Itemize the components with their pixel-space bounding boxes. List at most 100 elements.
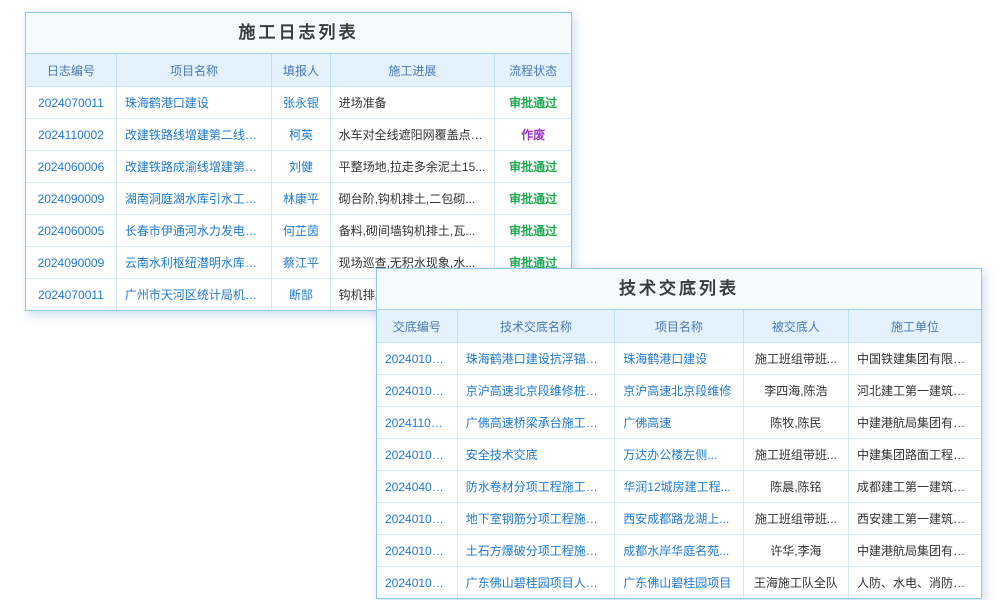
project-name-link[interactable]: 湖南洞庭湖水库引水工程... [116, 183, 272, 215]
construction-log-title: 施工日志列表 [26, 13, 571, 54]
receiver-text: 许华,李海 [743, 535, 848, 567]
unit-text: 中国铁建集团有限公司 [849, 343, 981, 375]
disclosure-name-link[interactable]: 地下室钢筋分项工程施工... [457, 503, 615, 535]
receiver-text: 李四海,陈浩 [743, 375, 848, 407]
progress-text: 进场准备 [330, 87, 495, 119]
disclosure-id-link[interactable]: 2024010002 [377, 503, 457, 535]
table-row: 2024010002土石方爆破分项工程施工...成都水岸华庭名苑...许华,李海… [377, 535, 981, 567]
table-row: 2024040001防水卷材分项工程施工技...华润12城房建工程...陈晨,陈… [377, 471, 981, 503]
table-row: 2024010004京沪高速北京段维修桩辅...京沪高速北京段维修李四海,陈浩河… [377, 375, 981, 407]
reporter-link[interactable]: 何芷茵 [272, 215, 330, 247]
reporter-link[interactable]: 林康平 [272, 183, 330, 215]
table-row: 2024010002地下室钢筋分项工程施工...西安成都路龙湖上...施工班组带… [377, 503, 981, 535]
receiver-text: 施工班组带班... [743, 343, 848, 375]
log-col-progress: 施工进展 [330, 54, 495, 87]
technical-disclosure-title: 技术交底列表 [377, 269, 981, 310]
table-row: 2024060005长春市伊通河水力发电厂...何芷茵备料,砌间墙钩机排土,瓦.… [26, 215, 571, 247]
table-row: 2024010003珠海鹤港口建设抗浮锚杆...珠海鹤港口建设施工班组带班...… [377, 343, 981, 375]
log-id-link[interactable]: 2024090009 [26, 183, 116, 215]
status-badge: 审批通过 [495, 87, 571, 119]
receiver-text: 陈牧,陈民 [743, 407, 848, 439]
reporter-link[interactable]: 断郜 [272, 279, 330, 311]
technical-disclosure-panel: 技术交底列表 交底编号 技术交底名称 项目名称 被交底人 施工单位 202401… [376, 268, 982, 599]
disclosure-col-unit: 施工单位 [849, 310, 981, 343]
disclosure-id-link[interactable]: 2024010004 [377, 375, 457, 407]
unit-text: 中建集团路面工程有... [849, 439, 981, 471]
project-name-link[interactable]: 改建铁路线增建第二线直... [116, 119, 272, 151]
receiver-text: 施工班组带班... [743, 503, 848, 535]
disclosure-id-link[interactable]: 2024110001 [377, 407, 457, 439]
disclosure-id-link[interactable]: 2024040001 [377, 471, 457, 503]
table-row: 2024010001广东佛山碧桂园项目人防...广东佛山碧桂园项目王海施工队全队… [377, 567, 981, 599]
disclosure-id-link[interactable]: 2024010001 [377, 567, 457, 599]
unit-text: 人防、水电、消防暖通... [849, 567, 981, 599]
disclosure-name-link[interactable]: 京沪高速北京段维修桩辅... [457, 375, 615, 407]
unit-text: 中建港航局集团有限... [849, 535, 981, 567]
technical-disclosure-table: 交底编号 技术交底名称 项目名称 被交底人 施工单位 2024010003珠海鹤… [377, 310, 981, 598]
status-badge: 审批通过 [495, 151, 571, 183]
unit-text: 河北建工第一建筑有... [849, 375, 981, 407]
table-row: 2024110002改建铁路线增建第二线直...柯英水车对全线遮阳网覆盖点进..… [26, 119, 571, 151]
disclosure-col-receiver: 被交底人 [743, 310, 848, 343]
table-row: 2024090009湖南洞庭湖水库引水工程...林康平砌台阶,钩机排土,二包砌.… [26, 183, 571, 215]
log-id-link[interactable]: 2024070011 [26, 87, 116, 119]
log-col-id: 日志编号 [26, 54, 116, 87]
log-col-status: 流程状态 [495, 54, 571, 87]
status-badge: 作废 [495, 119, 571, 151]
progress-text: 水车对全线遮阳网覆盖点进... [330, 119, 495, 151]
table-row: 2024060006改建铁路成渝线增建第二...刘健平整场地,拉走多余泥土15.… [26, 151, 571, 183]
disclosure-name-link[interactable]: 防水卷材分项工程施工技... [457, 471, 615, 503]
project-name-link[interactable]: 广东佛山碧桂园项目 [615, 567, 743, 599]
disclosure-col-project: 项目名称 [615, 310, 743, 343]
disclosure-table-body: 2024010003珠海鹤港口建设抗浮锚杆...珠海鹤港口建设施工班组带班...… [377, 343, 981, 599]
disclosure-col-name: 技术交底名称 [457, 310, 615, 343]
unit-text: 成都建工第一建筑有... [849, 471, 981, 503]
disclosure-name-link[interactable]: 珠海鹤港口建设抗浮锚杆... [457, 343, 615, 375]
construction-log-panel: 施工日志列表 日志编号 项目名称 填报人 施工进展 流程状态 202407001… [25, 12, 572, 311]
disclosure-id-link[interactable]: 2024010003 [377, 439, 457, 471]
status-badge: 审批通过 [495, 183, 571, 215]
table-row: 2024070011珠海鹤港口建设张永银进场准备审批通过 [26, 87, 571, 119]
log-col-project: 项目名称 [116, 54, 272, 87]
project-name-link[interactable]: 长春市伊通河水力发电厂... [116, 215, 272, 247]
project-name-link[interactable]: 京沪高速北京段维修 [615, 375, 743, 407]
disclosure-id-link[interactable]: 2024010003 [377, 343, 457, 375]
disclosure-name-link[interactable]: 土石方爆破分项工程施工... [457, 535, 615, 567]
receiver-text: 陈晨,陈铭 [743, 471, 848, 503]
log-id-link[interactable]: 2024060006 [26, 151, 116, 183]
disclosure-name-link[interactable]: 广佛高速桥梁承台施工技... [457, 407, 615, 439]
log-id-link[interactable]: 2024090009 [26, 247, 116, 279]
table-row: 2024010003安全技术交底万达办公楼左侧...施工班组带班...中建集团路… [377, 439, 981, 471]
project-name-link[interactable]: 云南水利枢纽潜明水库一... [116, 247, 272, 279]
disclosure-col-id: 交底编号 [377, 310, 457, 343]
log-id-link[interactable]: 2024070011 [26, 279, 116, 311]
project-name-link[interactable]: 西安成都路龙湖上... [615, 503, 743, 535]
reporter-link[interactable]: 蔡江平 [272, 247, 330, 279]
status-badge: 审批通过 [495, 215, 571, 247]
project-name-link[interactable]: 改建铁路成渝线增建第二... [116, 151, 272, 183]
reporter-link[interactable]: 刘健 [272, 151, 330, 183]
disclosure-id-link[interactable]: 2024010002 [377, 535, 457, 567]
progress-text: 备料,砌间墙钩机排土,瓦... [330, 215, 495, 247]
unit-text: 西安建工第一建筑有... [849, 503, 981, 535]
log-header-row: 日志编号 项目名称 填报人 施工进展 流程状态 [26, 54, 571, 87]
project-name-link[interactable]: 珠海鹤港口建设 [116, 87, 272, 119]
disclosure-name-link[interactable]: 安全技术交底 [457, 439, 615, 471]
project-name-link[interactable]: 广州市天河区统计局机房... [116, 279, 272, 311]
project-name-link[interactable]: 珠海鹤港口建设 [615, 343, 743, 375]
disclosure-name-link[interactable]: 广东佛山碧桂园项目人防... [457, 567, 615, 599]
receiver-text: 施工班组带班... [743, 439, 848, 471]
project-name-link[interactable]: 华润12城房建工程... [615, 471, 743, 503]
project-name-link[interactable]: 广佛高速 [615, 407, 743, 439]
log-id-link[interactable]: 2024110002 [26, 119, 116, 151]
reporter-link[interactable]: 张永银 [272, 87, 330, 119]
project-name-link[interactable]: 万达办公楼左侧... [615, 439, 743, 471]
unit-text: 中建港航局集团有限... [849, 407, 981, 439]
log-id-link[interactable]: 2024060005 [26, 215, 116, 247]
receiver-text: 王海施工队全队 [743, 567, 848, 599]
reporter-link[interactable]: 柯英 [272, 119, 330, 151]
progress-text: 平整场地,拉走多余泥土15... [330, 151, 495, 183]
progress-text: 砌台阶,钩机排土,二包砌... [330, 183, 495, 215]
project-name-link[interactable]: 成都水岸华庭名苑... [615, 535, 743, 567]
log-col-reporter: 填报人 [272, 54, 330, 87]
